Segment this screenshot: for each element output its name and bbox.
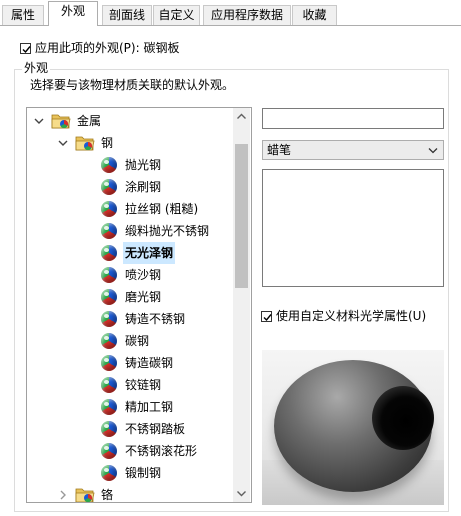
tree-item[interactable]: 磨光钢 — [27, 286, 233, 308]
tree-item[interactable]: 铸造不锈钢 — [27, 308, 233, 330]
scroll-down-icon[interactable] — [233, 485, 250, 502]
tab-custom[interactable]: 自定义 — [153, 5, 200, 25]
appearance-name-input[interactable] — [262, 108, 444, 129]
material-sphere-icon — [101, 289, 117, 305]
tree-item[interactable]: 喷沙钢 — [27, 264, 233, 286]
tab-appearance[interactable]: 外观 — [48, 1, 98, 26]
tab-bar: 属性 外观 剖面线 自定义 应用程序数据 收藏 — [0, 0, 461, 26]
tree-item[interactable]: 缎料抛光不锈钢 — [27, 220, 233, 242]
custom-optics-label[interactable]: 使用自定义材料光学属性(U) — [276, 309, 426, 324]
tree-item-label: 铸造不锈钢 — [125, 312, 186, 326]
preview-sphere-cavity — [372, 386, 434, 450]
tree-node-steel[interactable]: 钢 — [27, 132, 233, 154]
tree-item[interactable]: 不锈钢踏板 — [27, 418, 233, 440]
appearance-group-title: 外观 — [22, 61, 51, 75]
appearance-tree[interactable]: 金属 钢 抛光钢 涂刷钢 拉丝钢 (粗糙) 缎料抛光不锈钢 无光泽钢 喷沙钢 磨… — [26, 107, 252, 503]
material-sphere-icon — [101, 421, 117, 437]
tab-section-lines[interactable]: 剖面线 — [102, 5, 152, 25]
material-sphere-icon — [101, 179, 117, 195]
material-sphere-icon — [101, 267, 117, 283]
tree-item-label: 不锈钢滚花形 — [125, 444, 198, 458]
tree-item[interactable]: 碳钢 — [27, 330, 233, 352]
appearance-description-textarea[interactable] — [262, 169, 444, 287]
tree-item-label: 缎料抛光不锈钢 — [125, 224, 210, 238]
tab-application-data[interactable]: 应用程序数据 — [203, 5, 291, 25]
custom-optics-checkbox[interactable] — [261, 311, 272, 322]
chevron-down-icon — [428, 148, 438, 154]
material-sphere-icon — [101, 223, 117, 239]
tree-item-selected[interactable]: 无光泽钢 — [27, 242, 233, 264]
appearance-type-dropdown[interactable]: 蜡笔 — [262, 140, 444, 160]
tree-item-label: 磨光钢 — [125, 290, 162, 304]
chevron-down-icon[interactable] — [34, 116, 44, 126]
tree-item-label: 无光泽钢 — [123, 242, 176, 264]
tree-item-label: 精加工钢 — [125, 400, 174, 414]
tree-item-label: 铸造碳钢 — [125, 356, 174, 370]
tree-node-label: 铬 — [101, 488, 114, 502]
appearance-preview — [262, 350, 444, 505]
folder-icon — [75, 488, 95, 502]
tree-item[interactable]: 铸造碳钢 — [27, 352, 233, 374]
check-icon — [22, 46, 31, 54]
material-sphere-icon — [101, 443, 117, 459]
material-sphere-icon — [101, 201, 117, 217]
tab-properties[interactable]: 属性 — [2, 5, 44, 25]
tree-item[interactable]: 涂刷钢 — [27, 176, 233, 198]
tree-item-label: 抛光钢 — [125, 158, 162, 172]
material-sphere-icon — [101, 311, 117, 327]
tree-item-label: 不锈钢踏板 — [125, 422, 186, 436]
material-sphere-icon — [101, 377, 117, 393]
tree-item-label: 涂刷钢 — [125, 180, 162, 194]
material-sphere-icon — [101, 355, 117, 371]
appearance-description: 选择要与该物理材质关联的默认外观。 — [30, 78, 235, 92]
material-sphere-icon — [101, 399, 117, 415]
apply-appearance-label[interactable]: 应用此项的外观(P): 碳钢板 — [35, 41, 179, 56]
material-sphere-icon — [101, 465, 117, 481]
tree-item[interactable]: 不锈钢滚花形 — [27, 440, 233, 462]
tree-item[interactable]: 铰链钢 — [27, 374, 233, 396]
tree-item-label: 拉丝钢 (粗糙) — [125, 202, 199, 216]
tree-node-label: 金属 — [77, 114, 102, 128]
chevron-right-icon[interactable] — [58, 490, 68, 500]
scrollbar-thumb[interactable] — [235, 144, 248, 288]
tree-item-label: 喷沙钢 — [125, 268, 162, 282]
tab-favorites[interactable]: 收藏 — [292, 5, 337, 25]
tree-item[interactable]: 抛光钢 — [27, 154, 233, 176]
tree-node-chrome[interactable]: 铬 — [27, 484, 233, 502]
tree-item-label: 碳钢 — [125, 334, 150, 348]
material-sphere-icon — [101, 157, 117, 173]
tree-item[interactable]: 锻制钢 — [27, 462, 233, 484]
material-sphere-icon — [101, 333, 117, 349]
material-sphere-icon — [101, 245, 117, 261]
tree-item-label: 锻制钢 — [125, 466, 162, 480]
tree-scrollbar[interactable] — [233, 108, 250, 502]
tree-item-label: 铰链钢 — [125, 378, 162, 392]
check-icon — [263, 314, 272, 322]
tree-node-label: 钢 — [101, 136, 114, 150]
folder-open-icon — [75, 136, 95, 151]
dropdown-value: 蜡笔 — [267, 143, 292, 157]
preview-sphere — [274, 360, 434, 492]
tree-item[interactable]: 拉丝钢 (粗糙) — [27, 198, 233, 220]
tree-item[interactable]: 精加工钢 — [27, 396, 233, 418]
apply-appearance-checkbox[interactable] — [20, 43, 31, 54]
scroll-up-icon[interactable] — [233, 108, 250, 125]
chevron-down-icon[interactable] — [58, 138, 68, 148]
tree-node-metal[interactable]: 金属 — [27, 110, 233, 132]
folder-open-icon — [51, 114, 71, 129]
